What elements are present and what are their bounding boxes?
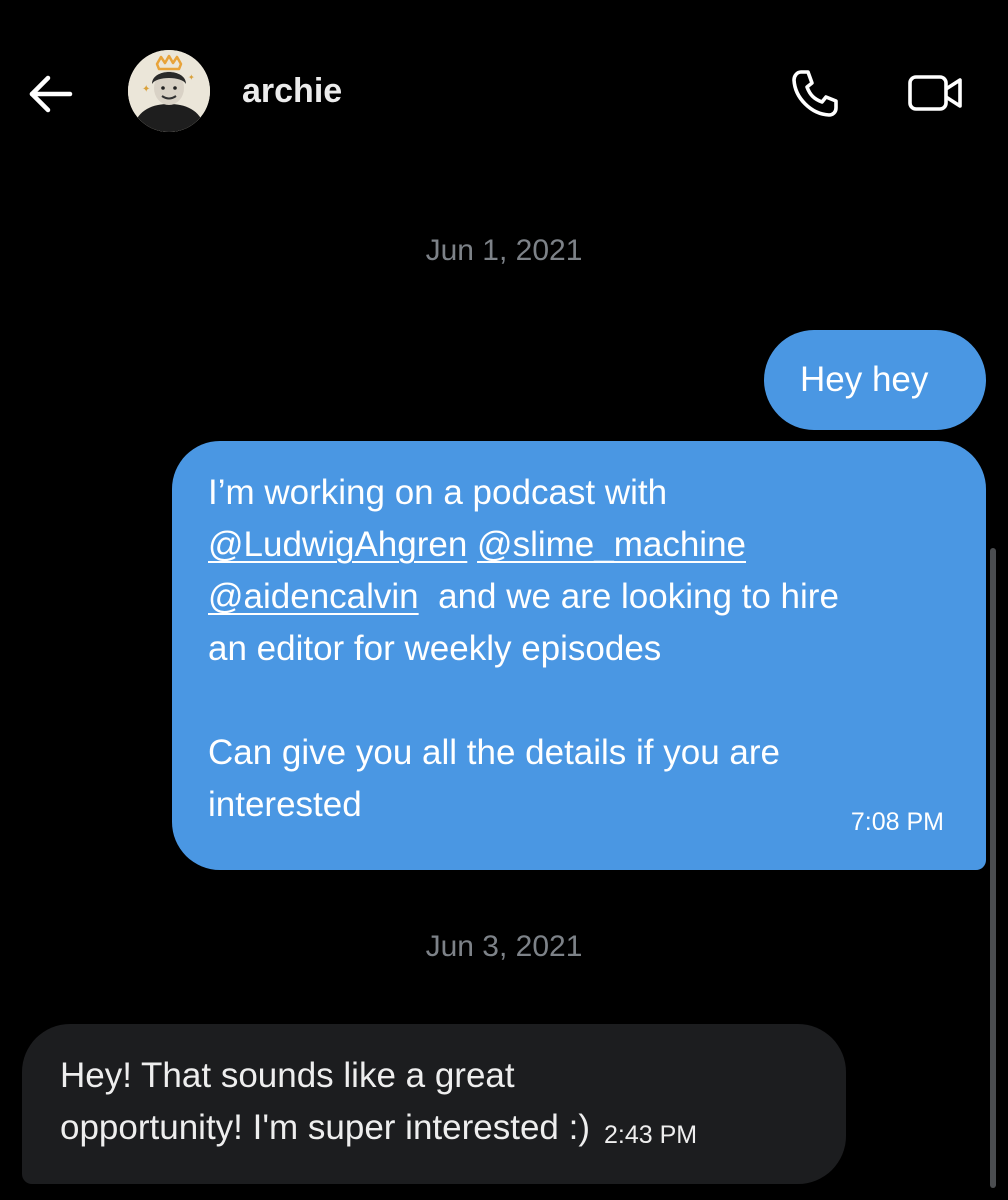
date-separator: Jun 3, 2021 — [425, 930, 583, 963]
arrow-left-icon — [29, 75, 73, 113]
phone-icon — [792, 70, 838, 117]
message-text: an editor for weekly episodes — [208, 629, 662, 668]
video-camera-icon — [908, 75, 962, 111]
contact-name[interactable]: archie — [242, 72, 342, 111]
avatar-image: ✦ ✦ — [128, 50, 210, 132]
message-text: Hey! That sounds like a great — [60, 1056, 515, 1095]
message-timestamp: 7:08 PM — [850, 808, 944, 836]
outgoing-message[interactable]: I’m working on a podcast with @LudwigAhg… — [172, 441, 986, 870]
message-timestamp: 2:43 PM — [604, 1121, 698, 1149]
call-button[interactable] — [786, 64, 844, 122]
conversation-header: ✦ ✦ archie — [0, 0, 1008, 182]
back-button[interactable] — [22, 66, 78, 122]
avatar[interactable]: ✦ ✦ — [128, 50, 210, 132]
message-text: interested — [208, 785, 362, 824]
mention-link[interactable]: @slime_machine — [477, 525, 746, 564]
date-separator: Jun 1, 2021 — [425, 234, 583, 267]
scrollbar-thumb[interactable] — [990, 548, 996, 1188]
mention-link[interactable]: @LudwigAhgren — [208, 525, 467, 564]
svg-text:✦: ✦ — [188, 73, 195, 82]
mention-link[interactable]: @aidencalvin — [208, 577, 419, 616]
video-call-button[interactable] — [902, 64, 970, 122]
message-text: I’m working on a podcast with — [208, 473, 668, 512]
svg-text:✦: ✦ — [142, 84, 150, 95]
incoming-message[interactable]: Hey! That sounds like a great opportunit… — [22, 1024, 846, 1184]
message-text: Hey hey — [800, 360, 929, 399]
message-text: and we are looking to hire — [438, 577, 839, 616]
message-text: opportunity! I'm super interested :) — [60, 1108, 590, 1147]
outgoing-message[interactable]: Hey hey — [764, 330, 986, 430]
message-text: Can give you all the details if you are — [208, 733, 780, 772]
